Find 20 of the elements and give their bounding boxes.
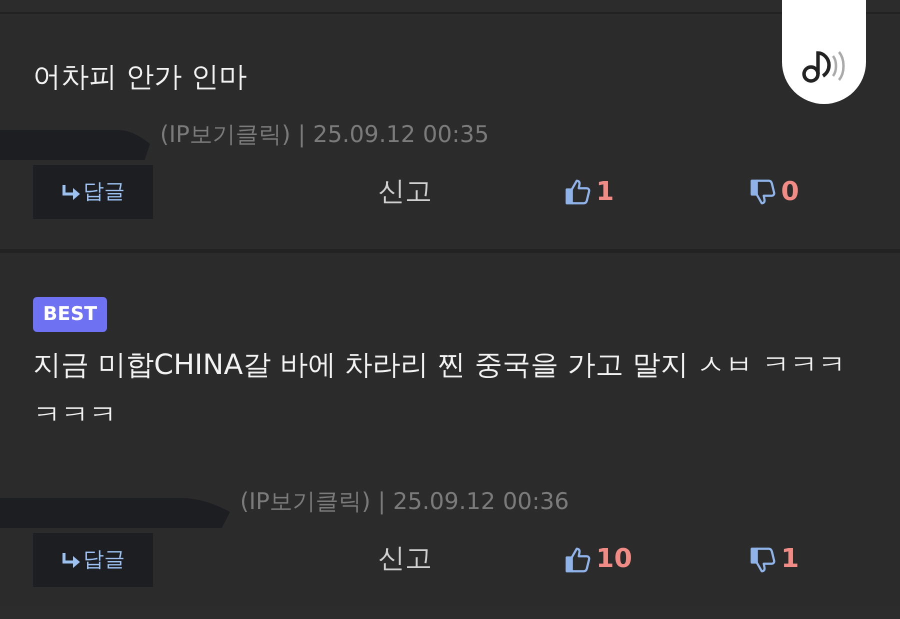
- thumbs-up-icon: [563, 177, 593, 207]
- reply-arrow-icon: [61, 184, 81, 200]
- thumbs-down-icon: [748, 544, 778, 574]
- thumbs-up-icon: [563, 544, 593, 574]
- comment-text: 어차피 안가 인마: [33, 59, 247, 95]
- like-button[interactable]: 10: [563, 540, 632, 579]
- reply-button[interactable]: 답글: [33, 532, 153, 586]
- dislike-button[interactable]: 0: [748, 172, 800, 212]
- reply-button[interactable]: 답글: [33, 165, 153, 219]
- best-badge: BEST: [33, 297, 108, 332]
- dislike-button[interactable]: 1: [748, 540, 800, 579]
- thumbs-down-icon: [748, 177, 778, 207]
- like-button[interactable]: 1: [563, 172, 614, 212]
- report-button[interactable]: 신고: [378, 172, 432, 212]
- audio-button[interactable]: [782, 0, 866, 104]
- report-button[interactable]: 신고: [378, 539, 432, 580]
- comment-text: 지금 미합CHINA갈 바에 차라리 찐 중국을 가고 말지 ㅅㅂ ㅋㅋㅋㅋㅋㅋ: [33, 346, 848, 432]
- comment-meta: (IP보기클릭) | 25.09.12 00:35: [160, 120, 489, 150]
- comment-meta: (IP보기클릭) | 25.09.12 00:36: [240, 488, 569, 518]
- reply-arrow-icon: [61, 552, 81, 568]
